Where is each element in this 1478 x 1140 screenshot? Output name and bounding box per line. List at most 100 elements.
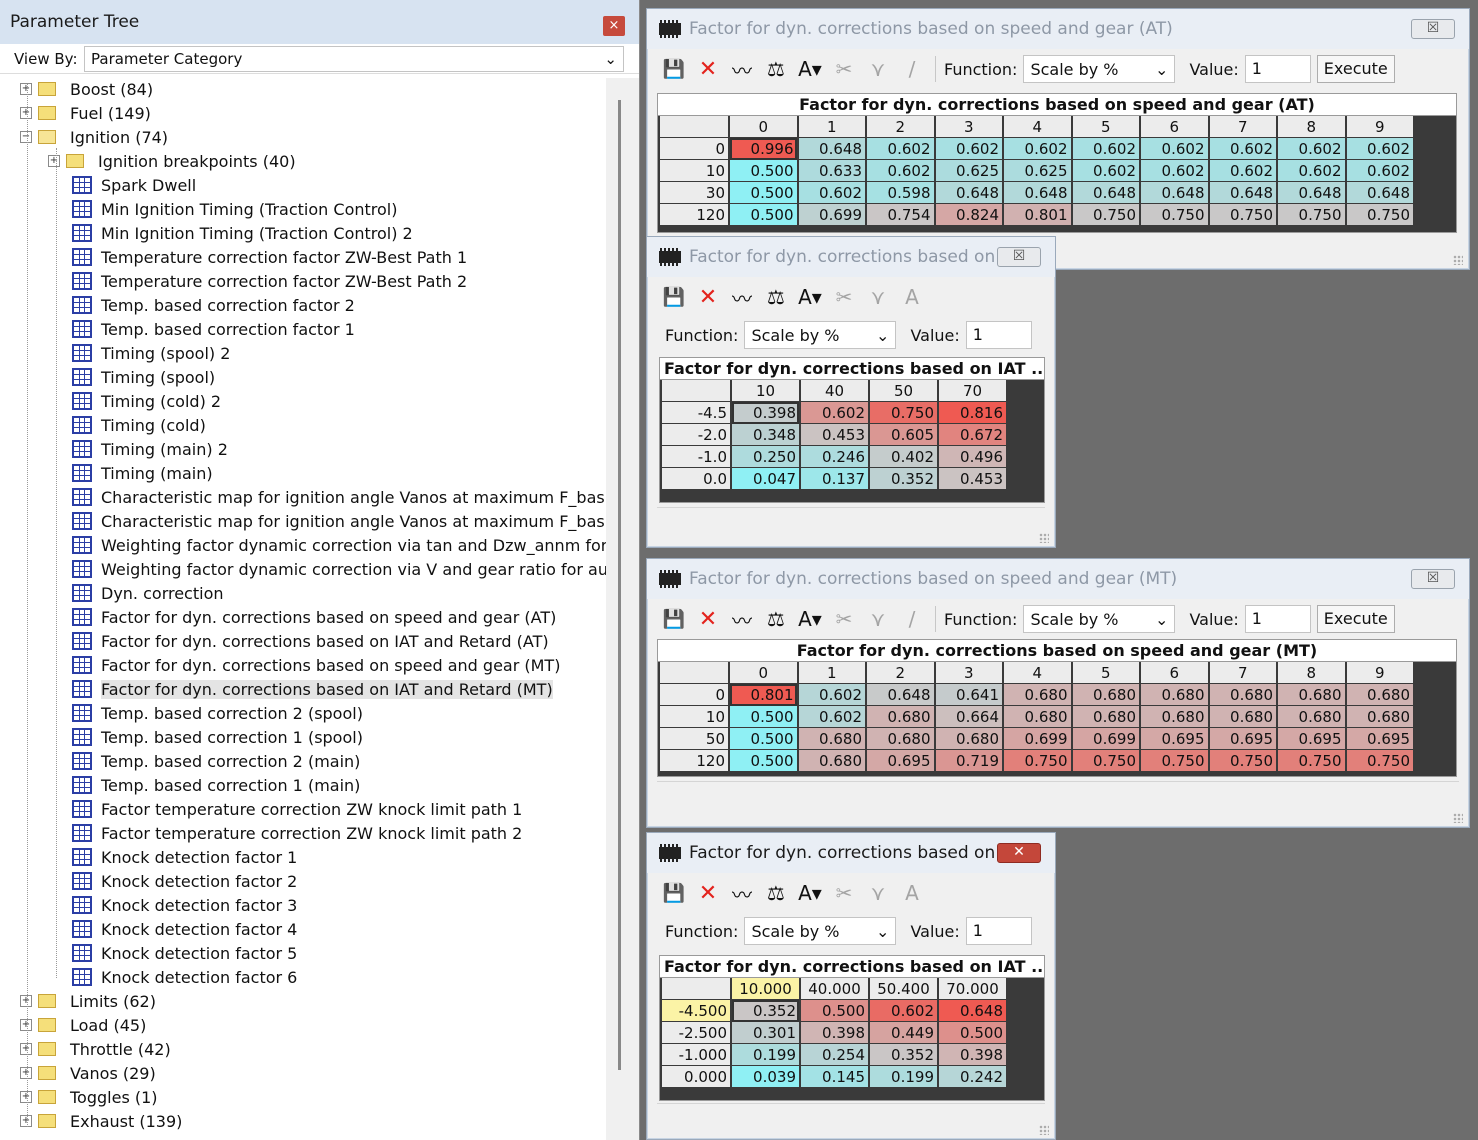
tree-map-item[interactable]: Timing (main): [72, 461, 213, 485]
map-cell[interactable]: 0.648: [1278, 182, 1345, 204]
map-cell[interactable]: 0.605: [870, 424, 937, 446]
map-cell[interactable]: 0.680: [1346, 706, 1413, 728]
map-column-header[interactable]: 4: [1004, 662, 1071, 684]
map-column-header[interactable]: 70: [939, 380, 1006, 402]
map-column-header[interactable]: 3: [935, 662, 1002, 684]
expand-icon[interactable]: +: [20, 1019, 32, 1031]
map-cell[interactable]: 0.664: [935, 706, 1002, 728]
map-cell[interactable]: 0.699: [1072, 728, 1139, 750]
map-row-header[interactable]: -4.500: [662, 1000, 730, 1022]
tree-map-item[interactable]: Temp. based correction factor 1: [72, 317, 355, 341]
tree-category[interactable]: + Load (45): [20, 1013, 146, 1037]
tree-map-item[interactable]: Factor temperature correction ZW knock l…: [72, 797, 522, 821]
map-cell[interactable]: 0.398: [732, 402, 799, 424]
map-cell[interactable]: 0.602: [1278, 138, 1345, 160]
resize-grip-icon[interactable]: [1039, 533, 1049, 543]
map-cell[interactable]: 0.039: [732, 1066, 799, 1088]
text-icon[interactable]: A: [899, 284, 925, 310]
tree-category[interactable]: + Limits (62): [20, 989, 156, 1013]
tree-map-item[interactable]: Knock detection factor 5: [72, 941, 297, 965]
tree-map-item[interactable]: Knock detection factor 2: [72, 869, 297, 893]
map-column-header[interactable]: 10.000: [732, 978, 799, 1000]
map-column-header[interactable]: 0: [730, 116, 797, 138]
map-cell[interactable]: 0.719: [935, 750, 1002, 772]
font-color-icon[interactable]: A▾: [797, 284, 823, 310]
map-column-header[interactable]: 40: [801, 380, 868, 402]
map-cell[interactable]: 0.680: [798, 728, 865, 750]
map-cell[interactable]: 0.602: [870, 1000, 937, 1022]
map-cell[interactable]: 0.750: [1141, 204, 1208, 226]
tree-map-item[interactable]: Temperature correction factor ZW-Best Pa…: [72, 245, 467, 269]
tree-map-item[interactable]: Spark Dwell: [72, 173, 196, 197]
tree-map-item[interactable]: Weighting factor dynamic correction via …: [72, 533, 606, 557]
resize-grip-icon[interactable]: [1453, 813, 1463, 823]
map-cell[interactable]: 0.648: [798, 138, 865, 160]
execute-button[interactable]: Execute: [1316, 55, 1395, 83]
map-cell[interactable]: 0.250: [732, 446, 799, 468]
cut-icon[interactable]: ✂: [831, 56, 857, 82]
map-cell[interactable]: 0.602: [1141, 138, 1208, 160]
map-cell[interactable]: 0.602: [867, 160, 934, 182]
map-cell[interactable]: 0.352: [870, 468, 937, 490]
balance-icon[interactable]: ⚖: [763, 880, 789, 906]
map-row-header[interactable]: 10: [660, 706, 728, 728]
map-row-header[interactable]: 0.000: [662, 1066, 730, 1088]
map-cell[interactable]: 0.680: [1209, 684, 1276, 706]
map-column-header[interactable]: 5: [1072, 662, 1139, 684]
font-color-icon[interactable]: A▾: [797, 880, 823, 906]
tree-map-item[interactable]: Factor temperature correction ZW knock l…: [72, 821, 522, 845]
map-cell[interactable]: 0.750: [1209, 204, 1276, 226]
map-cell[interactable]: 0.680: [798, 750, 865, 772]
tree-map-item[interactable]: Min Ignition Timing (Traction Control): [72, 197, 397, 221]
save-icon[interactable]: 💾: [661, 284, 687, 310]
expand-icon[interactable]: +: [20, 1043, 32, 1055]
view-by-select[interactable]: Parameter Category ⌄: [84, 45, 624, 72]
map-row-header[interactable]: 50: [660, 728, 728, 750]
tree-map-item[interactable]: Knock detection factor 6: [72, 965, 297, 989]
map-cell[interactable]: 0.602: [1346, 138, 1413, 160]
map-cell[interactable]: 0.602: [935, 138, 1002, 160]
tree-map-item[interactable]: Timing (main) 2: [72, 437, 228, 461]
function-select[interactable]: Scale by % ⌄: [744, 321, 897, 349]
interpolate-icon[interactable]: ⋎: [865, 880, 891, 906]
window-titlebar[interactable]: Factor for dyn. corrections based on spe…: [647, 559, 1469, 599]
map-cell[interactable]: 0.500: [730, 750, 797, 772]
function-select[interactable]: Scale by % ⌄: [1023, 605, 1176, 633]
balance-icon[interactable]: ⚖: [763, 56, 789, 82]
map-column-header[interactable]: 9: [1346, 116, 1413, 138]
map-column-header[interactable]: 8: [1278, 662, 1345, 684]
value-input[interactable]: 1: [1244, 55, 1311, 83]
map-column-header[interactable]: 5: [1072, 116, 1139, 138]
map-row-header[interactable]: -2.500: [662, 1022, 730, 1044]
map-column-header[interactable]: 6: [1141, 116, 1208, 138]
map-column-header[interactable]: 4: [1004, 116, 1071, 138]
map-cell[interactable]: 0.352: [732, 1000, 799, 1022]
map-cell[interactable]: 0.500: [730, 706, 797, 728]
map-column-header[interactable]: 40.000: [801, 978, 868, 1000]
value-input[interactable]: 1: [965, 321, 1032, 349]
tree-map-item[interactable]: Temp. based correction 1 (spool): [72, 725, 363, 749]
map-cell[interactable]: 0.695: [1278, 728, 1345, 750]
tree-subfolder[interactable]: + Ignition breakpoints (40): [48, 149, 296, 173]
value-input[interactable]: 1: [965, 917, 1032, 945]
map-cell[interactable]: 0.625: [1004, 160, 1071, 182]
tree-map-item[interactable]: Dyn. correction: [72, 581, 224, 605]
map-cell[interactable]: 0.824: [935, 204, 1002, 226]
map-cell[interactable]: 0.402: [870, 446, 937, 468]
map-cell[interactable]: 0.680: [867, 706, 934, 728]
map-cell[interactable]: 0.750: [1072, 204, 1139, 226]
balance-icon[interactable]: ⚖: [763, 284, 789, 310]
resize-grip-icon[interactable]: [1039, 1125, 1049, 1135]
text-icon[interactable]: A: [899, 880, 925, 906]
tree-scrollbar[interactable]: [606, 78, 639, 1140]
tree-map-item[interactable]: Characteristic map for ignition angle Va…: [72, 485, 606, 509]
tree-map-item[interactable]: Temperature correction factor ZW-Best Pa…: [72, 269, 467, 293]
map-row-header[interactable]: 10: [660, 160, 728, 182]
delete-icon[interactable]: ✕: [695, 284, 721, 310]
map-cell[interactable]: 0.301: [732, 1022, 799, 1044]
map-cell[interactable]: 0.680: [1141, 706, 1208, 728]
map-column-header[interactable]: 50.400: [870, 978, 937, 1000]
map-cell[interactable]: 0.680: [867, 728, 934, 750]
map-cell[interactable]: 0.199: [732, 1044, 799, 1066]
tree-category[interactable]: + Throttle (42): [20, 1037, 171, 1061]
